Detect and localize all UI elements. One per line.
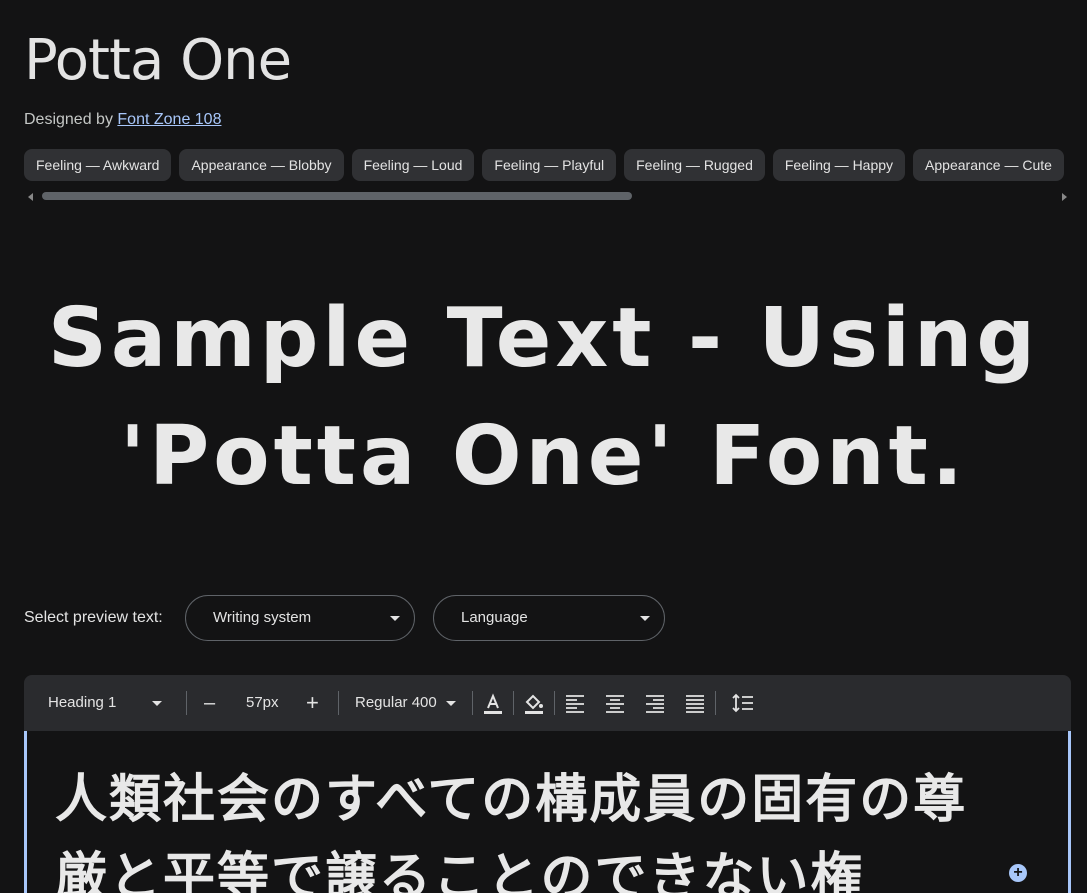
align-right-icon[interactable] xyxy=(643,691,667,715)
text-color-icon[interactable] xyxy=(481,691,505,715)
tag-chip[interactable]: Feeling — Rugged xyxy=(624,149,765,181)
scroll-left-arrow-icon[interactable] xyxy=(28,193,33,201)
line-height-icon[interactable] xyxy=(731,691,755,715)
editor-toolbar: Heading 1 – 57px + Regular 400 xyxy=(24,675,1071,731)
scroll-right-arrow-icon[interactable] xyxy=(1062,193,1067,201)
tag-chip[interactable]: Appearance — Cute xyxy=(913,149,1064,181)
add-icon[interactable]: + xyxy=(1009,864,1027,882)
align-left-icon[interactable] xyxy=(563,691,587,715)
designer-line: Designed by Font Zone 108 xyxy=(24,111,221,129)
scroll-thumb[interactable] xyxy=(42,192,632,200)
text-style-dropdown[interactable]: Heading 1 xyxy=(48,675,168,731)
toolbar-divider xyxy=(186,691,187,715)
tag-chip[interactable]: Appearance — Blobby xyxy=(179,149,344,181)
font-weight-value: Regular 400 xyxy=(355,694,437,711)
chevron-down-icon xyxy=(390,616,400,621)
preview-editor[interactable]: 人類社会のすべての構成員の固有の尊厳と平等で譲ることのできない権 xyxy=(24,731,1071,893)
toolbar-divider xyxy=(472,691,473,715)
chevron-down-icon xyxy=(152,701,162,706)
designed-by-label: Designed by xyxy=(24,111,113,128)
writing-system-value: Writing system xyxy=(213,609,312,626)
text-style-value: Heading 1 xyxy=(48,694,117,711)
toolbar-divider xyxy=(513,691,514,715)
preview-text-label: Select preview text: xyxy=(24,609,163,626)
toolbar-divider xyxy=(554,691,555,715)
decrease-size-button[interactable]: – xyxy=(204,675,215,731)
designer-link[interactable]: Font Zone 108 xyxy=(117,111,221,128)
tag-chip[interactable]: Feeling — Playful xyxy=(482,149,617,181)
writing-system-select[interactable]: Writing system xyxy=(185,595,415,641)
toolbar-divider xyxy=(715,691,716,715)
align-center-icon[interactable] xyxy=(603,691,627,715)
toolbar-divider xyxy=(338,691,339,715)
tag-chip[interactable]: Feeling — Happy xyxy=(772,149,906,181)
tag-chip-list: Feeling — Awkward Appearance — Blobby Feel… xyxy=(24,149,1071,181)
font-weight-dropdown[interactable]: Regular 400 xyxy=(355,675,465,731)
editor-text[interactable]: 人類社会のすべての構成員の固有の尊厳と平等で譲ることのできない権 xyxy=(55,761,1015,893)
font-size-value[interactable]: 57px xyxy=(246,675,279,731)
highlight-color-icon[interactable] xyxy=(522,691,546,715)
tag-chip[interactable]: Feeling — Awkward xyxy=(24,149,172,181)
font-title: Potta One xyxy=(24,28,292,93)
align-justify-icon[interactable] xyxy=(683,691,707,715)
language-value: Language xyxy=(461,609,528,626)
sample-text-preview: Sample Text - Using 'Potta One' Font. xyxy=(47,291,1040,504)
language-select[interactable]: Language xyxy=(433,595,665,641)
tag-chip[interactable]: Feeling — Loud xyxy=(351,149,475,181)
increase-size-button[interactable]: + xyxy=(306,675,319,731)
tag-scrollbar[interactable] xyxy=(24,190,1071,202)
chevron-down-icon xyxy=(446,701,456,706)
chevron-down-icon xyxy=(640,616,650,621)
